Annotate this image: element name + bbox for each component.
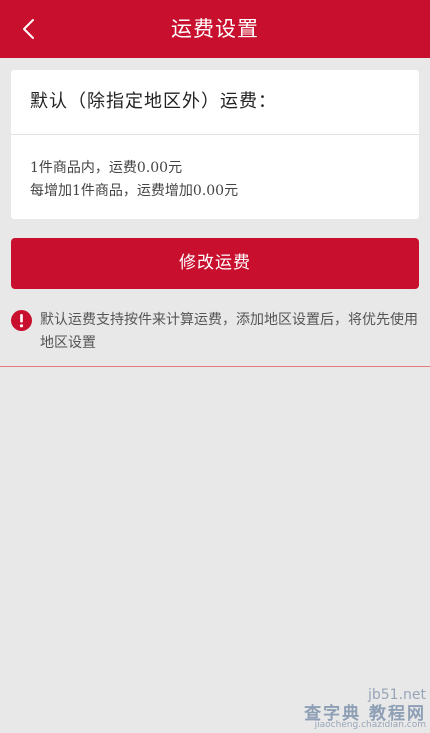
divider-line	[0, 366, 430, 367]
watermark-site: jb51.net	[367, 687, 426, 703]
watermark-url: jiaocheng.chazidian.com	[314, 720, 426, 730]
divider	[11, 134, 419, 135]
default-fee-card: 默认（除指定地区外）运费： 1件商品内，运费0.00元 每增加1件商品，运费增加…	[11, 70, 419, 219]
modify-fee-button[interactable]: 修改运费	[11, 238, 419, 289]
page-title: 运费设置	[171, 17, 259, 41]
info-icon	[11, 310, 32, 331]
watermark-brand: 查字典 教程网	[304, 704, 426, 724]
fee-increment-text: 每增加1件商品，运费增加0.00元	[30, 183, 239, 199]
fee-base-text: 1件商品内，运费0.00元	[30, 160, 183, 176]
app-header: 运费设置	[0, 0, 430, 58]
watermark: jb51.net 查字典 教程网 jiaocheng.chazidian.com	[286, 687, 426, 731]
default-fee-title: 默认（除指定地区外）运费：	[30, 91, 277, 112]
notice-text: 默认运费支持按件来计算运费，添加地区设置后，将优先使用地区设置	[40, 312, 418, 351]
